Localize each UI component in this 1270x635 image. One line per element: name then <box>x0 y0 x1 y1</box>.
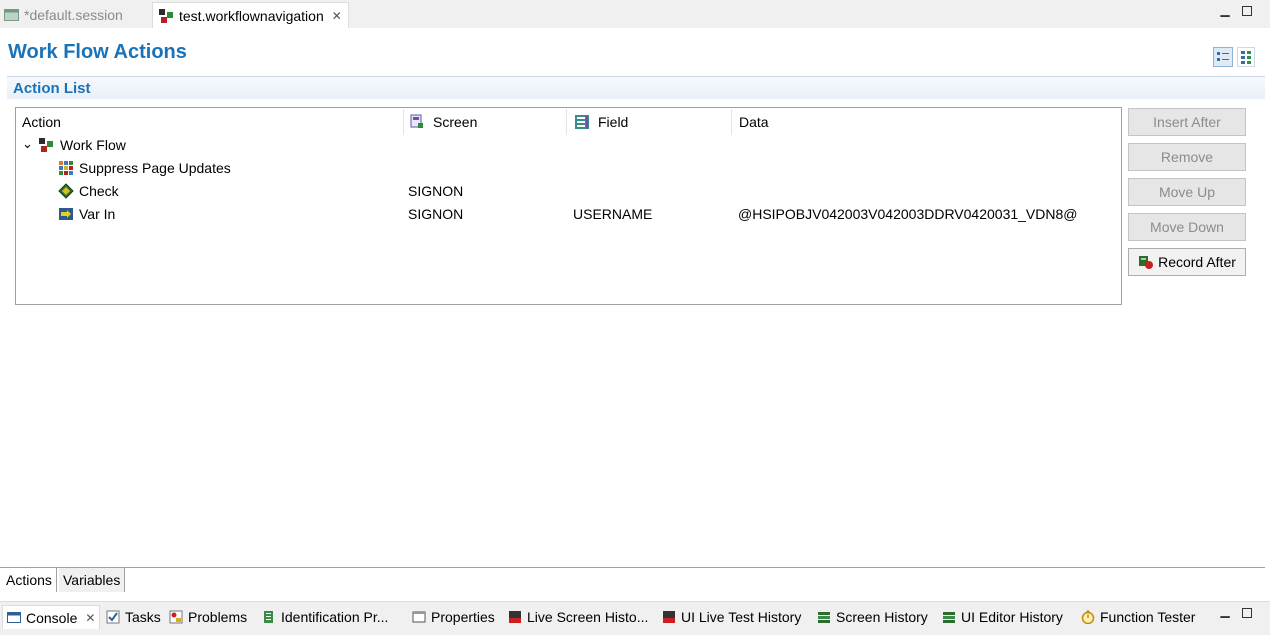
move-up-button[interactable]: Move Up <box>1128 178 1246 206</box>
close-icon[interactable]: ✕ <box>332 9 342 23</box>
tab-label: test.workflownavigation <box>179 7 324 24</box>
tab-properties[interactable]: Properties <box>412 605 495 629</box>
problems-icon <box>169 610 183 624</box>
action-cell: Suppress Page Updates <box>79 160 231 176</box>
remove-button[interactable]: Remove <box>1128 143 1246 171</box>
tab-variables[interactable]: Variables <box>59 568 126 592</box>
tab-default-session[interactable]: *default.session <box>4 2 123 28</box>
tab-live-screen-history[interactable]: Live Screen Histo... <box>508 605 648 629</box>
record-after-button[interactable]: Record After <box>1128 248 1246 276</box>
screen-cell: SIGNON <box>408 183 464 199</box>
table-row[interactable]: ⌄ Work Flow <box>16 134 1121 157</box>
workflow-icon <box>159 8 174 23</box>
session-icon <box>4 8 19 22</box>
minimize-icon[interactable]: ▁ <box>1219 4 1231 16</box>
section-title: Action List <box>13 80 91 97</box>
check-icon <box>58 183 74 199</box>
editor-tab-bar: *default.session test.workflownavigation… <box>0 0 1270 28</box>
tree-view-toggle-icon[interactable] <box>1213 47 1233 67</box>
detail-view-toggle-icon[interactable] <box>1237 47 1255 67</box>
console-icon <box>7 611 21 625</box>
screen-icon <box>409 114 425 130</box>
tab-actions[interactable]: Actions <box>2 568 57 592</box>
tab-workflow-navigation[interactable]: test.workflownavigation ✕ <box>152 2 349 28</box>
close-icon[interactable]: ✕ <box>85 611 95 625</box>
maximize-icon[interactable] <box>1242 6 1252 16</box>
page-title: Work Flow Actions <box>8 41 187 63</box>
action-tree-table[interactable]: Action Screen Field Data ⌄ Work Flow Sup… <box>15 107 1122 305</box>
column-header-screen[interactable]: Screen <box>409 109 567 135</box>
minimize-icon[interactable]: ▁ <box>1219 605 1231 617</box>
insert-after-button[interactable]: Insert After <box>1128 108 1246 136</box>
table-row[interactable]: Var In SIGNON USERNAME @HSIPOBJV042003V0… <box>16 203 1121 226</box>
tab-console[interactable]: Console ✕ <box>2 605 101 629</box>
tab-tasks[interactable]: Tasks <box>106 605 161 629</box>
screen-cell: SIGNON <box>408 206 464 222</box>
tab-screen-history[interactable]: Screen History <box>817 605 928 629</box>
chevron-down-icon[interactable]: ⌄ <box>22 136 33 152</box>
tab-label: *default.session <box>24 7 123 23</box>
record-icon <box>1138 254 1154 270</box>
function-tester-icon <box>1081 610 1095 625</box>
action-cell: Var In <box>79 206 116 222</box>
column-header-data[interactable]: Data <box>739 109 1119 135</box>
tab-ui-editor-history[interactable]: UI Editor History <box>942 605 1063 629</box>
field-cell: USERNAME <box>573 206 653 222</box>
screen-history-icon <box>817 610 831 624</box>
suppress-icon <box>58 160 74 176</box>
tab-problems[interactable]: Problems <box>169 605 247 629</box>
bottom-view-tab-bar: Console ✕ Tasks Problems Identification … <box>0 601 1270 635</box>
page-tabs-divider <box>0 567 1265 568</box>
column-header-action[interactable]: Action <box>22 109 404 135</box>
action-cell: Check <box>79 183 119 199</box>
live-test-icon <box>662 610 676 624</box>
var-in-icon <box>58 206 74 222</box>
properties-icon <box>412 610 426 624</box>
move-down-button[interactable]: Move Down <box>1128 213 1246 241</box>
maximize-icon[interactable] <box>1242 608 1252 618</box>
action-list-section-header: Action List <box>7 76 1265 99</box>
table-row[interactable]: Suppress Page Updates <box>16 157 1121 180</box>
action-cell: Work Flow <box>60 137 126 153</box>
editor-history-icon <box>942 610 956 624</box>
live-screen-icon <box>508 610 522 624</box>
tasks-icon <box>106 610 120 624</box>
tab-identification-properties[interactable]: Identification Pr... <box>262 605 388 629</box>
column-header-field[interactable]: Field <box>574 109 732 135</box>
tab-function-tester[interactable]: Function Tester <box>1081 605 1195 629</box>
identification-icon <box>262 610 276 624</box>
field-icon <box>574 114 590 130</box>
tab-ui-live-test-history[interactable]: UI Live Test History <box>662 605 801 629</box>
data-cell: @HSIPOBJV042003V042003DDRV0420031_VDN8@ <box>738 206 1078 222</box>
table-row[interactable]: Check SIGNON <box>16 180 1121 203</box>
workflow-icon <box>38 137 54 153</box>
